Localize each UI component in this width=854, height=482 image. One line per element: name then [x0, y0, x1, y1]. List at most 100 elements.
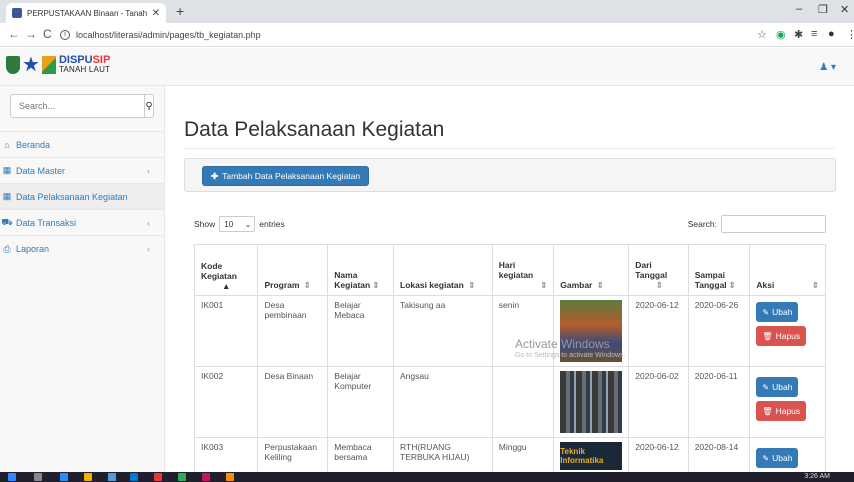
lokasi-cell: RTH(RUANG TERBUKA HIJAU): [393, 437, 493, 472]
dari-cell: 2020-06-02: [628, 366, 689, 438]
kode-cell: IK002: [193, 366, 259, 438]
page-title: Data Pelaksanaan Kegiatan: [184, 118, 445, 141]
ubah-button[interactable]: ✎ Ubah: [756, 448, 799, 468]
app-icon[interactable]: [226, 473, 234, 481]
browser-menu-icon[interactable]: ⋮: [846, 28, 854, 41]
sidebar-item-data-pelaksanaan-kegiatan[interactable]: ▦ Data Pelaksanaan Kegiatan: [0, 184, 164, 210]
back-arrow-icon[interactable]: ←: [8, 27, 20, 41]
table-row: IK003 Perpustakaan Keliling Membaca bers…: [193, 437, 826, 472]
maximize-button[interactable]: ❐: [818, 3, 828, 16]
chevron-left-icon: ‹: [147, 244, 150, 254]
flag-emblem-icon: [41, 55, 56, 74]
aksi-cell: ✎ Ubah 🗑 Hapus: [749, 366, 826, 438]
mail-icon[interactable]: [130, 473, 138, 481]
column-header[interactable]: Kode Kegiatan ▲: [193, 244, 259, 296]
sidebar-item-label: Data Transaksi: [16, 217, 77, 228]
user-menu-dropdown[interactable]: ♟ ▾: [819, 62, 836, 73]
program-cell: Desa Binaan: [257, 366, 329, 438]
plus-icon: ✚: [211, 170, 219, 181]
ubah-button[interactable]: ✎ Ubah: [756, 377, 799, 397]
column-header[interactable]: Sampai Tanggal ⇕: [687, 244, 751, 296]
column-header[interactable]: Lokasi kegiatan ⇕: [393, 244, 493, 296]
chevron-left-icon: ‹: [147, 217, 150, 228]
task-view-icon[interactable]: [34, 473, 42, 481]
search-label: Search:: [687, 219, 717, 229]
edge-icon[interactable]: [60, 473, 68, 481]
table-search-input[interactable]: [721, 215, 826, 233]
info-icon[interactable]: i: [60, 30, 70, 40]
column-header[interactable]: Hari kegiatan ⇕: [491, 244, 555, 296]
lokasi-cell: Angsau: [393, 366, 493, 438]
nama-cell: Belajar Mebaca: [327, 295, 395, 367]
chrome-icon[interactable]: [178, 473, 186, 481]
minimize-button[interactable]: –: [796, 3, 802, 15]
dari-cell: 2020-06-12: [628, 437, 689, 472]
sampai-cell: 2020-06-26: [687, 295, 751, 367]
entries-label: entries: [259, 219, 285, 229]
aksi-cell: ✎ Ubah 🗑 Hapus: [749, 295, 826, 367]
sidebar-item-label: Data Pelaksanaan Kegiatan: [16, 191, 128, 202]
puzzle-icon[interactable]: ✱: [794, 28, 803, 41]
shield-emblem-icon: [6, 55, 20, 74]
sort-icon: ⇕: [811, 280, 819, 290]
sampai-cell: 2020-08-14: [687, 437, 751, 472]
print-icon: ⎙: [3, 243, 11, 254]
tab-close-icon[interactable]: ✕: [152, 8, 160, 19]
lokasi-cell: Takisung aa: [393, 295, 493, 367]
address-bar: ← → C i localhost/literasi/admin/pages/t…: [0, 23, 854, 47]
trash-icon: 🗑: [762, 331, 773, 341]
sidebar-item-label: Data Master: [16, 165, 66, 176]
nama-cell: Belajar Komputer: [327, 366, 395, 438]
sidebar-item-laporan[interactable]: ⎙ Laporan ‹: [0, 236, 164, 262]
column-header[interactable]: Gambar ⇕: [553, 244, 630, 296]
close-window-button[interactable]: ✕: [840, 3, 849, 16]
entries-select[interactable]: 10 ⌄: [219, 216, 256, 232]
favicon-icon: [12, 8, 22, 18]
edit-icon: ✎: [762, 307, 770, 317]
bookmark-star-icon[interactable]: ☆: [757, 28, 767, 41]
reload-icon[interactable]: C: [43, 27, 52, 41]
extension-icon[interactable]: ◉: [776, 28, 786, 41]
ubah-button[interactable]: ✎ Ubah: [756, 302, 799, 322]
sort-icon: ⇕: [301, 280, 311, 290]
main-content: Data Pelaksanaan Kegiatan ✚ Tambah Data …: [166, 86, 854, 472]
cart-icon: ⛟: [1, 216, 13, 227]
profile-avatar-icon[interactable]: ●: [828, 28, 835, 40]
app-icon[interactable]: [202, 473, 210, 481]
url-field[interactable]: i localhost/literasi/admin/pages/tb_kegi…: [60, 26, 820, 44]
sidebar-item-data-transaksi[interactable]: ⛟ Data Transaksi ‹: [0, 210, 164, 236]
grid-icon: ▦: [2, 165, 12, 175]
column-header[interactable]: Dari Tanggal ⇕: [628, 244, 689, 296]
sidebar-item-data-master[interactable]: ▦ Data Master ‹: [0, 158, 164, 184]
opera-icon[interactable]: [154, 473, 162, 481]
table-row: IK001 Desa pembinaan Belajar Mebaca Taki…: [193, 295, 826, 367]
sidebar-item-label: Beranda: [16, 139, 51, 150]
new-tab-button[interactable]: +: [176, 3, 184, 19]
column-header[interactable]: Program ⇕: [257, 244, 329, 296]
reading-list-icon[interactable]: ≡: [811, 28, 817, 40]
column-header[interactable]: Nama Kegiatan ⇕: [327, 244, 395, 296]
store-icon[interactable]: [108, 473, 116, 481]
entries-length: Show 10 ⌄ entries: [194, 216, 285, 232]
hapus-button[interactable]: 🗑 Hapus: [756, 326, 807, 346]
sidebar-search-input[interactable]: [11, 95, 144, 117]
chevron-left-icon: ‹: [147, 165, 150, 176]
column-header[interactable]: Aksi ⇕: [749, 244, 826, 296]
app-logo[interactable]: ★ DISPUSIP TANAH LAUT: [6, 55, 110, 75]
sidebar-item-beranda[interactable]: ⌂ Beranda: [0, 132, 164, 158]
add-kegiatan-button[interactable]: ✚ Tambah Data Pelaksanaan Kegiatan: [202, 166, 370, 186]
search-icon[interactable]: ⚲: [144, 95, 153, 117]
windows-start-icon[interactable]: [8, 473, 16, 481]
file-explorer-icon[interactable]: [84, 473, 92, 481]
kode-cell: IK001: [193, 295, 259, 367]
browser-tab[interactable]: PERPUSTAKAAN Binaan - Tanah ✕: [6, 3, 166, 23]
kegiatan-photo[interactable]: Teknik Informatika: [560, 442, 623, 470]
kegiatan-photo[interactable]: [560, 371, 623, 433]
kegiatan-table: Kode Kegiatan ▲ Program ⇕ Nama Kegiatan ⇕ …: [193, 244, 826, 472]
activate-windows-watermark: Activate Windows: [515, 337, 610, 351]
sidebar-search: ⚲: [10, 94, 154, 118]
taskbar-clock[interactable]: 3:26 AM: [804, 472, 830, 482]
trash-icon: 🗑: [762, 406, 773, 416]
hapus-button[interactable]: 🗑 Hapus: [756, 401, 807, 421]
forward-arrow-icon[interactable]: →: [25, 27, 37, 41]
